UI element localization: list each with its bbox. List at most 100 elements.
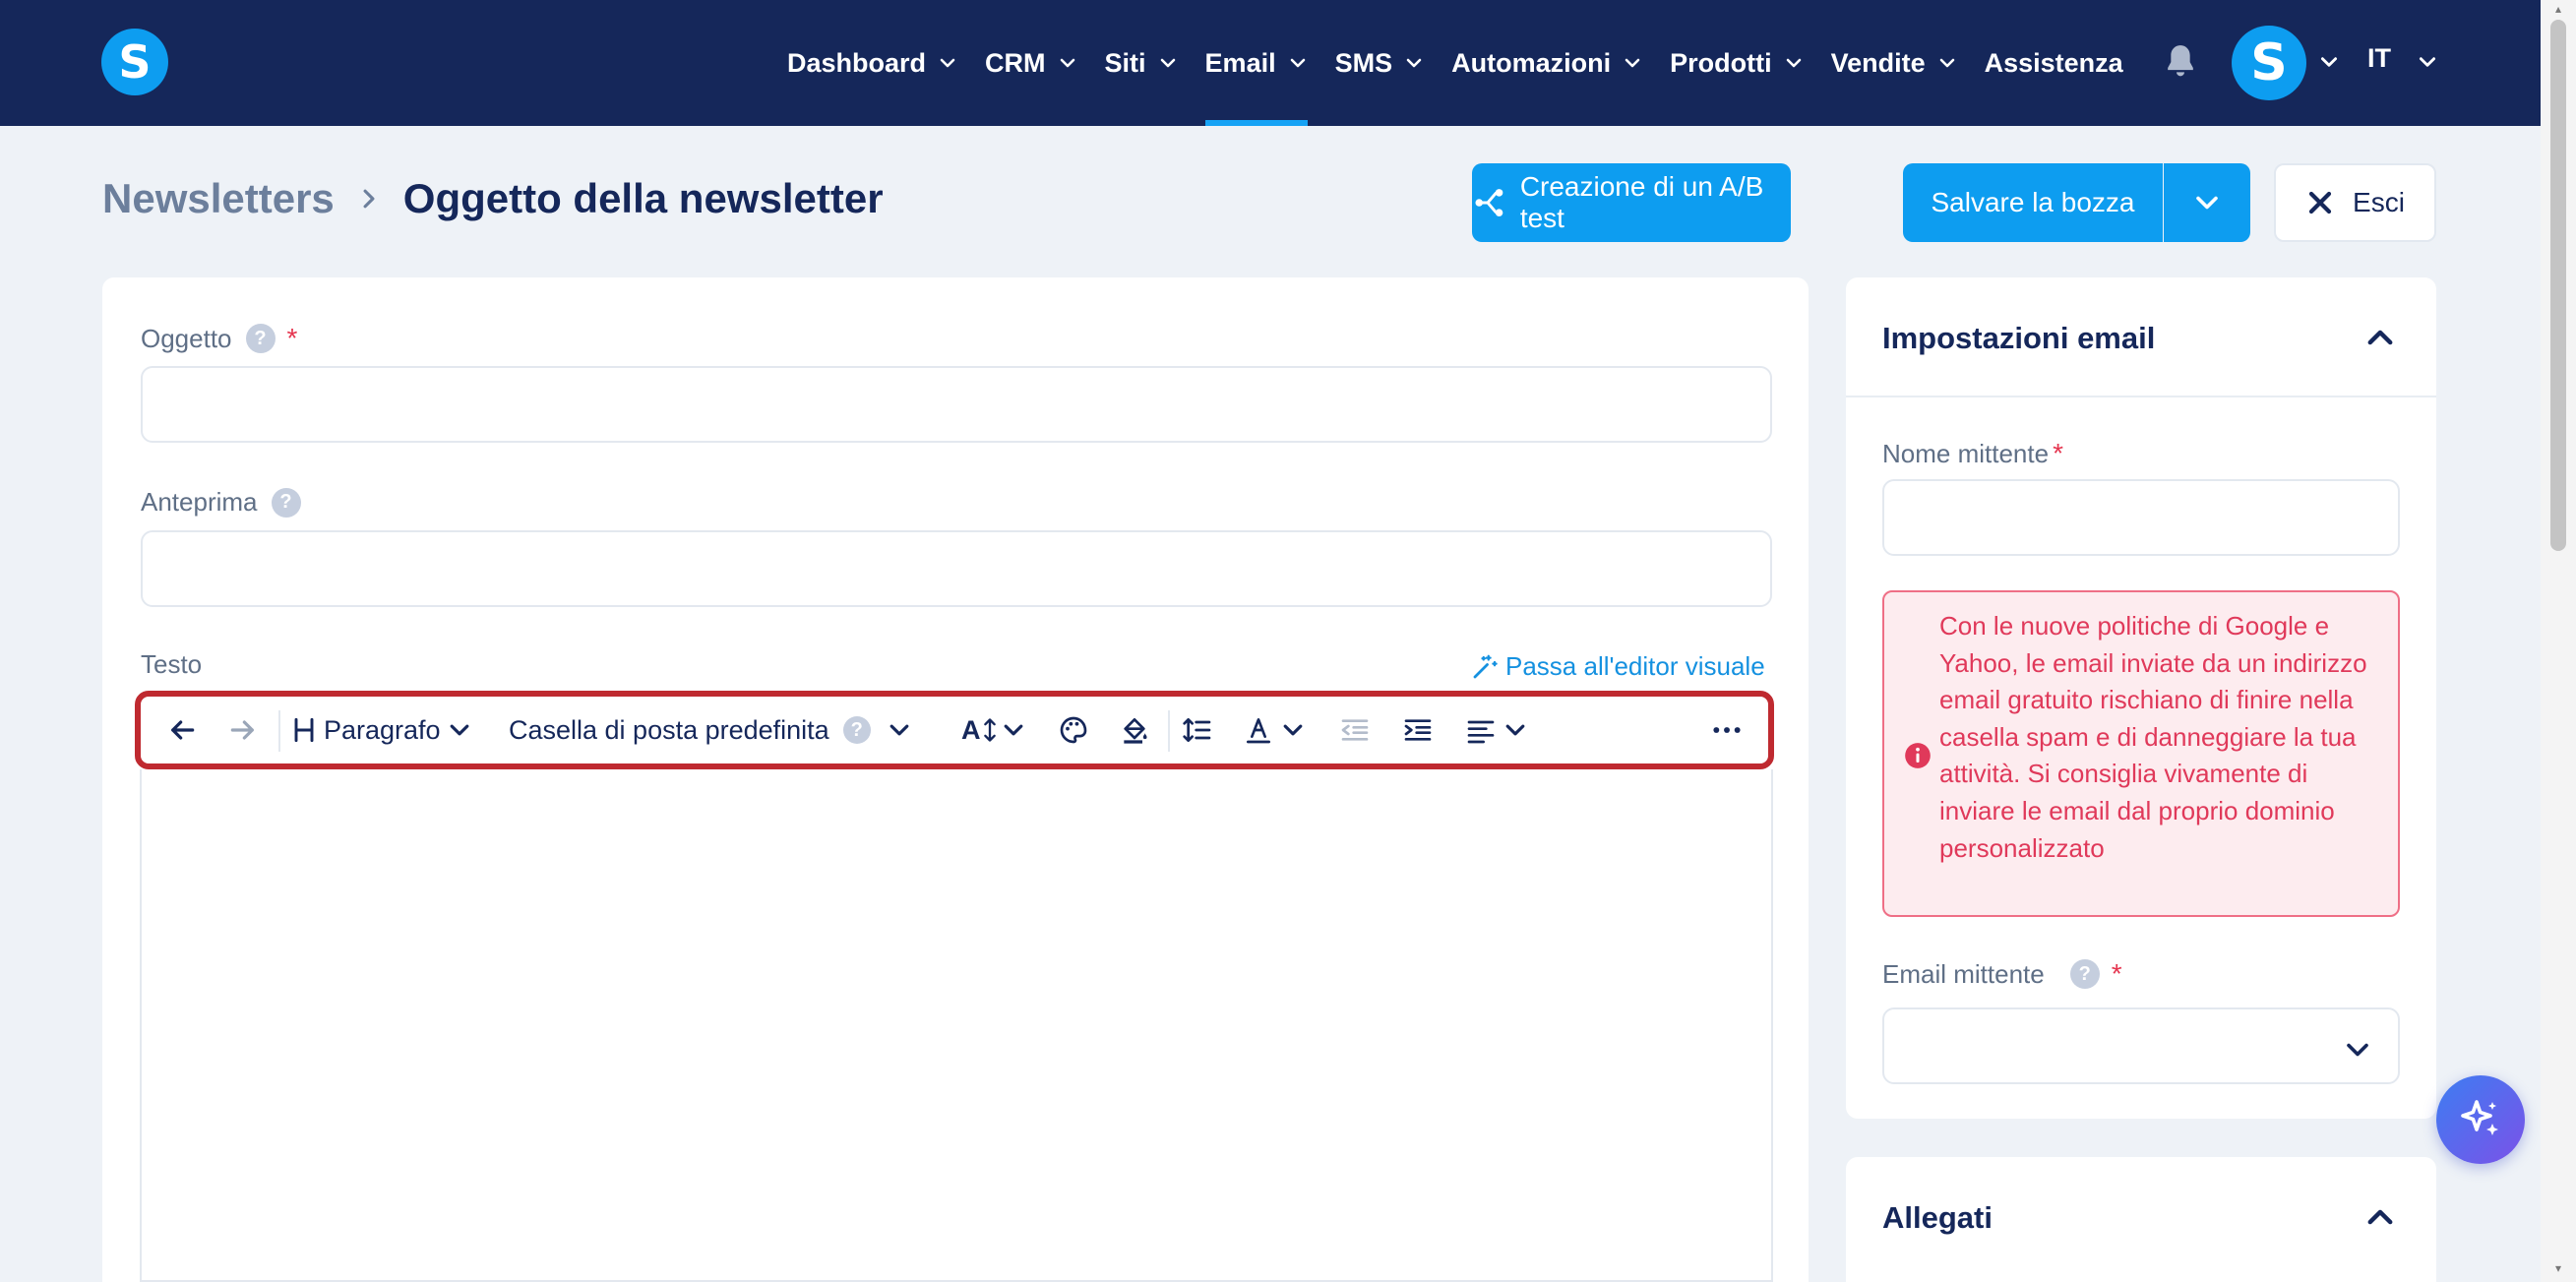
text-color-button[interactable] xyxy=(1058,697,1089,763)
nav-item-email[interactable]: Email xyxy=(1204,0,1308,126)
save-options-dropdown[interactable] xyxy=(2164,163,2250,242)
nav-item-siti[interactable]: Siti xyxy=(1105,0,1178,126)
sparkles-icon xyxy=(2461,1100,2498,1135)
scroll-down-arrow[interactable]: ▾ xyxy=(2550,1261,2566,1277)
undo-button[interactable] xyxy=(166,697,198,763)
email-settings-title: Impostazioni email xyxy=(1882,321,2156,355)
chevron-down-icon xyxy=(1505,724,1525,736)
chevron-down-icon[interactable] xyxy=(2417,51,2438,73)
help-icon[interactable]: ? xyxy=(2069,959,2100,989)
chevron-right-icon xyxy=(363,189,375,209)
chevron-down-icon xyxy=(889,724,909,736)
font-size-dropdown[interactable]: A xyxy=(961,697,1026,763)
app-logo[interactable]: S xyxy=(101,29,168,95)
background-color-button[interactable] xyxy=(1119,697,1150,763)
chevron-down-icon[interactable] xyxy=(2318,51,2340,73)
scroll-up-arrow[interactable]: ▴ xyxy=(2550,2,2566,18)
required-marker: * xyxy=(286,323,298,353)
switch-visual-editor-label: Passa all'editor visuale xyxy=(1505,651,1765,681)
breadcrumb-newsletters-link[interactable]: Newsletters xyxy=(102,175,335,222)
subject-input[interactable] xyxy=(141,366,1772,443)
nav-label: CRM xyxy=(985,47,1046,78)
chevron-up-icon[interactable] xyxy=(2363,321,2397,354)
ab-test-button[interactable]: Creazione di un A/B test xyxy=(1472,163,1791,242)
help-icon[interactable]: ? xyxy=(245,324,276,353)
user-avatar[interactable]: S xyxy=(2232,26,2306,100)
save-draft-button[interactable]: Salvare la bozza xyxy=(1903,163,2163,242)
align-left-icon xyxy=(1467,720,1495,744)
text-format-dropdown[interactable] xyxy=(1243,697,1306,763)
nav-label: Siti xyxy=(1104,47,1146,78)
attachments-title: Allegati xyxy=(1882,1200,1993,1235)
indent-icon xyxy=(1404,719,1432,741)
close-icon xyxy=(2308,191,2332,214)
alignment-dropdown[interactable] xyxy=(1465,697,1528,763)
nav-label: Prodotti xyxy=(1670,47,1772,78)
nav-label: Email xyxy=(1204,47,1276,78)
ai-assistant-button[interactable] xyxy=(2436,1075,2525,1164)
preview-input[interactable] xyxy=(141,530,1772,607)
exit-label: Esci xyxy=(2353,187,2405,217)
nav-item-prodotti[interactable]: Prodotti xyxy=(1670,0,1803,126)
notification-bell-icon[interactable] xyxy=(2161,41,2200,81)
heading-icon xyxy=(294,717,314,743)
text-underline-icon xyxy=(1247,718,1270,744)
warning-text: Con le nuove politiche di Google e Yahoo… xyxy=(1939,611,2367,863)
nav-label: Vendite xyxy=(1830,47,1926,78)
nav-item-crm[interactable]: CRM xyxy=(985,0,1077,126)
subject-label-text: Oggetto xyxy=(141,323,232,353)
language-selector[interactable]: IT xyxy=(2367,43,2391,74)
nav-item-vendite[interactable]: Vendite xyxy=(1831,0,1957,126)
magic-wand-icon xyxy=(1473,654,1498,678)
chevron-down-icon xyxy=(1004,724,1022,736)
required-marker: * xyxy=(2111,958,2122,989)
page-title: Oggetto della newsletter xyxy=(402,175,884,221)
attachments-card: Allegati xyxy=(1846,1157,2436,1282)
chevron-down-icon xyxy=(1290,58,1305,68)
arrow-right-icon xyxy=(230,720,254,740)
scrollbar-thumb[interactable] xyxy=(2550,20,2566,551)
line-height-button[interactable] xyxy=(1182,697,1213,763)
chevron-up-icon[interactable] xyxy=(2363,1200,2397,1234)
nav-item-sms[interactable]: SMS xyxy=(1335,0,1425,126)
nav-label: Automazioni xyxy=(1451,47,1612,78)
exit-button[interactable]: Esci xyxy=(2274,163,2436,242)
chevron-down-icon xyxy=(1939,58,1954,68)
outdent-button[interactable] xyxy=(1339,697,1371,763)
preview-label-text: Anteprima xyxy=(141,487,258,517)
nav-label: SMS xyxy=(1334,47,1393,78)
help-icon[interactable]: ? xyxy=(842,716,871,744)
email-settings-card: Impostazioni email Nome mittente * Con l… xyxy=(1846,277,2436,1119)
help-icon[interactable]: ? xyxy=(271,487,301,518)
chevron-down-icon xyxy=(1060,58,1074,68)
nav-label: Dashboard xyxy=(787,47,927,78)
indent-button[interactable] xyxy=(1402,697,1434,763)
redo-button[interactable] xyxy=(227,697,259,763)
page-scrollbar[interactable]: ▴ ▾ xyxy=(2541,0,2576,1282)
subject-label: Oggetto ? * xyxy=(141,323,297,354)
nav-item-automazioni[interactable]: Automazioni xyxy=(1451,0,1642,126)
preview-label: Anteprima ? xyxy=(141,487,301,518)
mailbox-font-dropdown[interactable]: Casella di posta predefinita ? xyxy=(509,697,912,763)
text-label: Testo xyxy=(141,649,202,680)
paint-bucket-icon xyxy=(1124,718,1147,744)
font-size-glyph: A xyxy=(961,714,981,745)
sender-name-input[interactable] xyxy=(1882,479,2400,556)
chevron-down-icon xyxy=(1625,58,1640,68)
more-options-button[interactable] xyxy=(1711,697,1743,763)
nav-item-dashboard[interactable]: Dashboard xyxy=(787,0,957,126)
ab-test-label: Creazione di un A/B test xyxy=(1519,171,1764,233)
text-editor-area[interactable] xyxy=(140,769,1773,1282)
paragraph-style-dropdown[interactable]: Paragrafo xyxy=(288,697,472,763)
switch-visual-editor-link[interactable]: Passa all'editor visuale xyxy=(1470,651,1765,682)
save-draft-label: Salvare la bozza xyxy=(1931,187,2135,217)
sender-email-select[interactable] xyxy=(1882,1007,2400,1084)
nav-item-assistenza[interactable]: Assistenza xyxy=(1985,0,2123,126)
main-nav: Dashboard CRM Siti Email SMS Automazioni… xyxy=(787,0,2151,126)
top-navigation-bar: S Dashboard CRM Siti Email SMS Automazio… xyxy=(0,0,2541,126)
chevron-down-icon xyxy=(1406,58,1422,68)
sender-name-label-text: Nome mittente xyxy=(1882,438,2050,468)
info-icon xyxy=(1905,743,1931,768)
toolbar-divider xyxy=(278,710,280,752)
arrow-left-icon xyxy=(171,720,195,740)
